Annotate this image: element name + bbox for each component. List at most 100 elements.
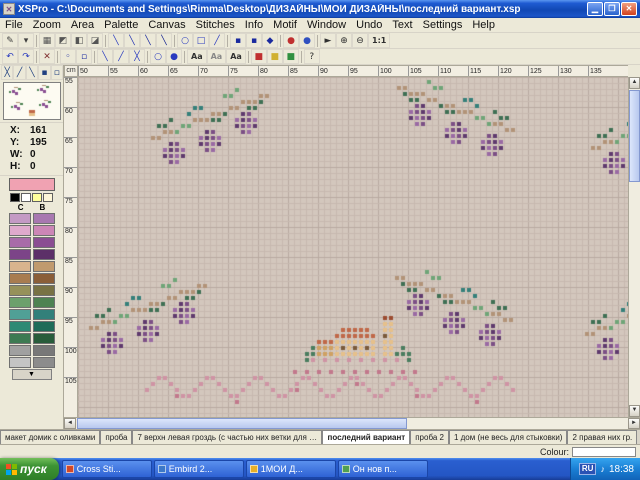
swatch-green-icon[interactable]: ■: [283, 49, 299, 64]
sheet-tab[interactable]: проба: [100, 430, 132, 444]
cross-stitch-tool-icon[interactable]: ╳: [1, 65, 13, 80]
palette-swatch[interactable]: [33, 357, 55, 368]
palette-swatch[interactable]: [33, 225, 55, 236]
undo-icon[interactable]: ↶: [2, 49, 18, 64]
palette-swatch[interactable]: [33, 261, 55, 272]
taskbar-task-button[interactable]: Он нов п...: [338, 460, 428, 478]
palette-swatch[interactable]: [9, 297, 31, 308]
scroll-left-icon[interactable]: ◄: [64, 418, 76, 429]
bead-blue-icon[interactable]: ●: [299, 33, 315, 48]
quick-colour-swatch[interactable]: [43, 193, 53, 202]
backstitch-bold-icon[interactable]: ╲: [156, 33, 172, 48]
diag-line-left-icon[interactable]: ╲: [97, 49, 113, 64]
palette-swatch[interactable]: [9, 213, 31, 224]
menu-settings[interactable]: Settings: [418, 19, 468, 31]
ellipse-filled-icon[interactable]: ●: [166, 49, 182, 64]
french-knot-icon[interactable]: ◦: [60, 49, 76, 64]
sheet-tab[interactable]: проба 2: [410, 430, 449, 444]
text-small-icon[interactable]: Aa: [207, 49, 227, 64]
text-cyrillic-icon[interactable]: Аа: [226, 49, 246, 64]
scroll-right-icon[interactable]: ►: [628, 418, 640, 429]
language-indicator[interactable]: RU: [579, 463, 597, 475]
bead-red-icon[interactable]: ●: [283, 33, 299, 48]
palette-swatch[interactable]: [33, 345, 55, 356]
help-icon[interactable]: ?: [304, 49, 320, 64]
menu-canvas[interactable]: Canvas: [143, 19, 190, 31]
palette-swatch[interactable]: [33, 309, 55, 320]
redo-icon[interactable]: ↷: [18, 49, 34, 64]
swatch-red-icon[interactable]: ■: [251, 49, 267, 64]
palette-scroll-down-button[interactable]: ▼: [12, 369, 52, 380]
horizontal-scrollbar[interactable]: ◄ ►: [64, 417, 640, 429]
menu-zoom[interactable]: Zoom: [28, 19, 66, 31]
select-arrow-icon[interactable]: ►: [320, 33, 336, 48]
pencil-tool-icon[interactable]: ✎: [2, 33, 18, 48]
start-button[interactable]: пуск: [0, 458, 59, 480]
stitch-canvas[interactable]: [78, 77, 628, 417]
volume-icon[interactable]: ♪: [600, 464, 605, 474]
palette-swatch[interactable]: [33, 285, 55, 296]
palette-swatch[interactable]: [9, 321, 31, 332]
rect-tool-icon[interactable]: □: [193, 33, 209, 48]
menu-window[interactable]: Window: [302, 19, 351, 31]
zoom-out-icon[interactable]: ⊖: [352, 33, 368, 48]
palette-swatch[interactable]: [9, 249, 31, 260]
diag-line-right-icon[interactable]: ╱: [113, 49, 129, 64]
circle-tool-icon[interactable]: ○: [177, 33, 193, 48]
vertical-scroll-thumb[interactable]: [629, 90, 640, 182]
design-preview[interactable]: [3, 82, 61, 120]
menu-text[interactable]: Text: [387, 19, 417, 31]
sheet-tab[interactable]: 7 верхн левая гроздь (с частью них ветки…: [132, 430, 322, 444]
delete-icon[interactable]: ✕: [39, 49, 55, 64]
quarter-stitch-icon[interactable]: ◧: [71, 33, 87, 48]
scroll-down-icon[interactable]: ▼: [629, 405, 640, 417]
palette-swatch[interactable]: [33, 237, 55, 248]
palette-swatch[interactable]: [33, 249, 55, 260]
back-cross-tool-icon[interactable]: ╲: [26, 65, 38, 80]
sheet-tab[interactable]: последний вариант: [322, 430, 410, 444]
sheet-tab[interactable]: макет домик с оливками: [0, 430, 100, 444]
swatch-yellow-icon[interactable]: ■: [267, 49, 283, 64]
palette-swatch[interactable]: [33, 321, 55, 332]
dot-stitch-tool-icon[interactable]: ▪: [38, 65, 50, 80]
petite-stitch-icon[interactable]: ▫: [76, 49, 92, 64]
quick-colour-swatch[interactable]: [32, 193, 42, 202]
pencil-dropdown-icon[interactable]: ▾: [18, 33, 34, 48]
backstitch-thin-icon[interactable]: ╲: [108, 33, 124, 48]
palette-swatch[interactable]: [9, 225, 31, 236]
sheet-tab[interactable]: 1 дом (не весь для стыковки): [449, 430, 568, 444]
zoom-actual-icon[interactable]: 1:1: [368, 33, 390, 48]
palette-swatch[interactable]: [9, 333, 31, 344]
cross-line-icon[interactable]: ╳: [129, 49, 145, 64]
half-stitch-icon[interactable]: ◩: [55, 33, 71, 48]
palette-swatch[interactable]: [9, 261, 31, 272]
sheet-tab[interactable]: 2 правая них гр.: [567, 430, 637, 444]
maximize-button[interactable]: ❐: [604, 2, 620, 16]
menu-undo[interactable]: Undo: [351, 19, 387, 31]
menu-stitches[interactable]: Stitches: [191, 19, 240, 31]
menu-area[interactable]: Area: [66, 19, 99, 31]
text-latin-icon[interactable]: Aa: [187, 49, 207, 64]
ellipse-outline-icon[interactable]: ○: [150, 49, 166, 64]
backstitch-thick-icon[interactable]: ╲: [140, 33, 156, 48]
menu-help[interactable]: Help: [467, 19, 500, 31]
palette-swatch[interactable]: [9, 237, 31, 248]
minimize-button[interactable]: ▁: [587, 2, 603, 16]
menu-motif[interactable]: Motif: [268, 19, 302, 31]
erase-tool-icon[interactable]: ▫: [51, 65, 63, 80]
palette-swatch[interactable]: [33, 273, 55, 284]
palette-swatch[interactable]: [33, 297, 55, 308]
three-quarter-stitch-icon[interactable]: ◪: [87, 33, 103, 48]
vertical-scrollbar[interactable]: ▲ ▼: [628, 77, 640, 417]
taskbar-task-button[interactable]: Cross Sti...: [62, 460, 152, 478]
palette-swatch[interactable]: [9, 309, 31, 320]
knot-small-icon[interactable]: ▪: [230, 33, 246, 48]
palette-swatch[interactable]: [9, 285, 31, 296]
taskbar-task-button[interactable]: Embird 2...: [154, 460, 244, 478]
palette-swatch[interactable]: [9, 357, 31, 368]
horizontal-scroll-thumb[interactable]: [77, 418, 407, 429]
menu-file[interactable]: File: [0, 19, 28, 31]
current-colour-swatch[interactable]: [9, 178, 55, 191]
palette-swatch[interactable]: [9, 273, 31, 284]
quick-colour-swatch[interactable]: [10, 193, 20, 202]
